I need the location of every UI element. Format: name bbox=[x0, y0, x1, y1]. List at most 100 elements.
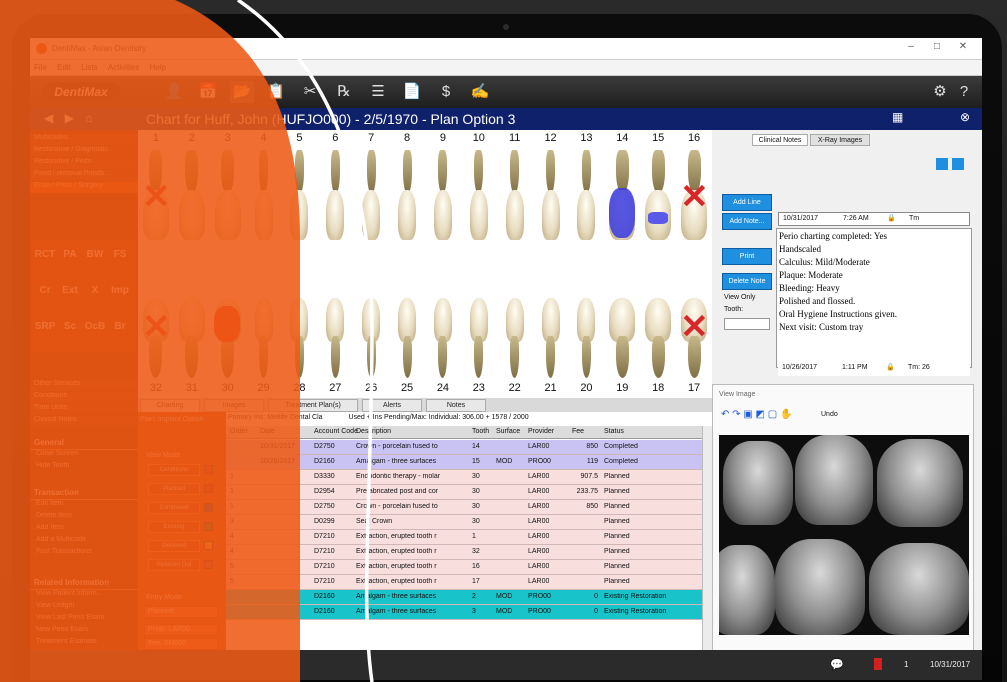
upper-tooth-6[interactable] bbox=[362, 190, 381, 240]
table-row[interactable]: 4 D7210 Extraction, erupted tooth r 32 LAR00… bbox=[226, 545, 702, 560]
tooth-number-upper-7[interactable]: 8 bbox=[397, 132, 417, 144]
related-link-4[interactable]: Treatment Estimate bbox=[30, 638, 138, 650]
color-swatch-0[interactable] bbox=[204, 465, 213, 474]
transaction-link-0[interactable]: Edit Item bbox=[30, 500, 138, 512]
procedure-button-10[interactable]: OcB bbox=[84, 316, 106, 338]
procedure-button-6[interactable]: X bbox=[84, 280, 106, 302]
view-mode-referred-out-button[interactable]: Referred Out bbox=[148, 559, 200, 571]
transaction-link-2[interactable]: Add Item bbox=[30, 524, 138, 536]
view-mode-completed-button[interactable]: Completed bbox=[148, 502, 200, 514]
column-header-fee[interactable]: Fee bbox=[572, 428, 584, 435]
chat-icon[interactable]: 💬 bbox=[830, 658, 844, 671]
undo-button[interactable]: Undo bbox=[821, 409, 838, 421]
document-icon[interactable]: 📄 bbox=[400, 81, 424, 103]
table-row[interactable]: 1 D2954 Prefabricated post and cor 30 LAR00 2… bbox=[226, 485, 702, 500]
upper-tooth-1[interactable] bbox=[178, 190, 205, 240]
tooth-number-upper-5[interactable]: 6 bbox=[325, 132, 345, 144]
procedure-button-8[interactable]: SRP bbox=[34, 316, 56, 338]
tooth-number-lower-12[interactable]: 20 bbox=[576, 382, 596, 394]
upper-tooth-4[interactable] bbox=[290, 190, 309, 240]
procedure-button-4[interactable]: Cr bbox=[34, 280, 56, 302]
procedure-button-11[interactable]: Br bbox=[109, 316, 131, 338]
transaction-link-4[interactable]: Post Transactions bbox=[30, 548, 138, 560]
tooth-number-upper-9[interactable]: 10 bbox=[469, 132, 489, 144]
table-row[interactable]: 10/31/2017 D2750 Crown - porcelain fused t… bbox=[226, 440, 702, 455]
table-row[interactable]: 1 D2750 Crown - porcelain fused to 30 LAR00 8… bbox=[226, 500, 702, 515]
tooth-number-upper-1[interactable]: 2 bbox=[182, 132, 202, 144]
tab-clinical-notes[interactable]: Clinical Notes bbox=[752, 134, 808, 146]
view-mode-existing-button[interactable]: Existing bbox=[148, 521, 200, 533]
procedure-button-1[interactable]: PA bbox=[59, 244, 81, 266]
view-mode-declined-button[interactable]: Declined bbox=[148, 540, 200, 552]
related-header[interactable]: Related Information bbox=[30, 578, 138, 590]
next-note-icon[interactable] bbox=[952, 158, 964, 170]
folder-icon[interactable]: 📂 bbox=[230, 81, 254, 103]
view-mode-planned-button[interactable]: Planned bbox=[148, 483, 200, 495]
rx-icon[interactable]: ℞ bbox=[332, 81, 356, 103]
tooth-number-lower-1[interactable]: 31 bbox=[182, 382, 202, 394]
related-link-0[interactable]: View Patient Inform... bbox=[30, 590, 138, 602]
upper-tooth-8[interactable] bbox=[433, 190, 452, 240]
procedure-button-7[interactable]: Imp bbox=[109, 280, 131, 302]
menu-activities[interactable]: Activities bbox=[104, 60, 144, 75]
menu-file[interactable]: File bbox=[30, 60, 51, 75]
xray-image[interactable] bbox=[719, 435, 969, 635]
alert-icon[interactable] bbox=[874, 658, 882, 670]
table-row[interactable]: 1 D3330 Endodontic therapy - molar 30 LAR00 9… bbox=[226, 470, 702, 485]
signature-icon[interactable]: ✍ bbox=[468, 81, 492, 103]
related-link-1[interactable]: View Ledger bbox=[30, 602, 138, 614]
tooth-number-upper-11[interactable]: 12 bbox=[541, 132, 561, 144]
menu-edit[interactable]: Edit bbox=[53, 60, 75, 75]
provider-select[interactable]: Prvdr: LAR00 bbox=[144, 624, 218, 636]
tooth-number-upper-4[interactable]: 5 bbox=[289, 132, 309, 144]
column-header-status[interactable]: Status bbox=[604, 428, 624, 435]
general-header[interactable]: General bbox=[30, 438, 138, 450]
transaction-link-3[interactable]: Add a Multicode bbox=[30, 536, 138, 548]
tooth-number-lower-11[interactable]: 21 bbox=[541, 382, 561, 394]
table-row[interactable]: 4 D7210 Extraction, erupted tooth r 1 LAR00 P… bbox=[226, 530, 702, 545]
related-link-3[interactable]: New Perio Exam bbox=[30, 626, 138, 638]
tab-charting[interactable]: Charting bbox=[140, 399, 200, 412]
tooth-number-lower-2[interactable]: 30 bbox=[218, 382, 238, 394]
upper-tooth-3[interactable] bbox=[254, 190, 273, 240]
sidebar-item-0[interactable]: Multicodes bbox=[30, 134, 138, 145]
navigation-arrows[interactable]: ◀ ▶ ⌂ bbox=[44, 111, 96, 125]
upper-tooth-11[interactable] bbox=[541, 190, 560, 240]
calendar-icon[interactable]: 📅 bbox=[196, 81, 220, 103]
tooth-number-upper-12[interactable]: 13 bbox=[576, 132, 596, 144]
tooth-number-lower-13[interactable]: 19 bbox=[612, 382, 632, 394]
tooth-number-lower-9[interactable]: 23 bbox=[469, 382, 489, 394]
lock-icon-2[interactable]: 🔒 bbox=[886, 362, 895, 374]
table-row[interactable]: 10/26/2017 D2160 Amalgam - three surfaces 1… bbox=[226, 455, 702, 470]
sidebar-other-3[interactable]: Clinical Notes bbox=[30, 416, 138, 427]
sidebar-other-0[interactable]: Other Services bbox=[30, 380, 138, 391]
transaction-header[interactable]: Transaction bbox=[30, 488, 138, 500]
primary-insurance[interactable]: Primary Ins: Metlife Dental Cla bbox=[228, 414, 323, 421]
rotate-icon[interactable]: ↶ ↷ ▣ ◩ ▢ ✋ bbox=[721, 409, 792, 421]
tooth-number-upper-6[interactable]: 7 bbox=[361, 132, 381, 144]
tooth-number-upper-2[interactable]: 3 bbox=[218, 132, 238, 144]
settings-icon[interactable]: ⚙ bbox=[928, 81, 952, 103]
table-scrollbar[interactable] bbox=[702, 426, 712, 650]
tooth-number-lower-5[interactable]: 27 bbox=[325, 382, 345, 394]
tab-alerts[interactable]: Alerts bbox=[362, 399, 422, 412]
delete-note-button[interactable]: Delete Note bbox=[722, 273, 772, 290]
tooth-number-lower-3[interactable]: 29 bbox=[254, 382, 274, 394]
print-button[interactable]: Print bbox=[722, 248, 772, 265]
checklist-icon[interactable]: ☰ bbox=[366, 81, 390, 103]
tooth-number-lower-4[interactable]: 28 bbox=[289, 382, 309, 394]
column-header-description[interactable]: Description bbox=[356, 428, 391, 435]
column-header-date[interactable]: Date bbox=[260, 428, 275, 435]
view-mode-conditions-button[interactable]: Conditions bbox=[148, 464, 200, 476]
tab-xray-images[interactable]: X-Ray Images bbox=[810, 134, 870, 146]
tooth-chart[interactable]: 1 32 2 31 3 30 4 29 5 28 6 27 7 26 8 25 9 24 10 23 11 22 12 21 1… bbox=[138, 130, 712, 398]
procedure-button-5[interactable]: Ext bbox=[59, 280, 81, 302]
add-line-button[interactable]: Add Line bbox=[722, 194, 772, 211]
color-swatch-4[interactable] bbox=[204, 541, 213, 550]
maximize-icon[interactable]: □ bbox=[926, 41, 948, 56]
tooth-filter-select[interactable] bbox=[724, 318, 770, 330]
upper-tooth-10[interactable] bbox=[505, 190, 524, 240]
upper-tooth-9[interactable] bbox=[469, 190, 488, 240]
tooth-number-lower-0[interactable]: 32 bbox=[146, 382, 166, 394]
table-row[interactable]: D2160 Amalgam - three surfaces 2 MOD PRO00 0 E… bbox=[226, 590, 702, 605]
